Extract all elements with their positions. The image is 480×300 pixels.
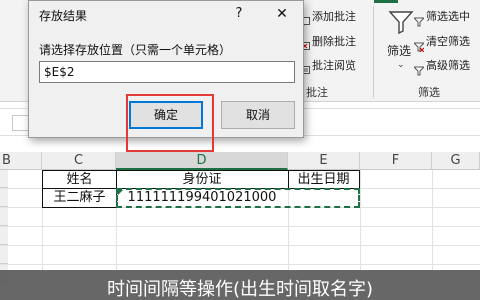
column-header-c[interactable]: C xyxy=(42,152,116,170)
filter-group-label: 筛选 xyxy=(418,86,440,99)
cell-e1[interactable]: 出生日期 xyxy=(288,170,360,189)
column-header-b[interactable]: B xyxy=(0,152,42,170)
clear-filter-icon xyxy=(412,37,426,53)
add-comment-button[interactable]: 添加批注 xyxy=(312,10,356,23)
highlight-box xyxy=(126,94,214,152)
column-header-e[interactable]: E xyxy=(288,152,360,170)
filter-label: 筛选 xyxy=(387,44,412,58)
chevron-down-icon: ⌄ xyxy=(397,60,405,70)
column-header-d[interactable]: D xyxy=(116,152,288,170)
advanced-filter-button[interactable]: 高级筛选 xyxy=(426,59,470,72)
funnel-icon xyxy=(388,10,414,35)
dialog-title: 存放结果 xyxy=(39,9,88,23)
cell-c1[interactable]: 姓名 xyxy=(42,170,117,189)
row-header[interactable] xyxy=(0,246,8,264)
row-header[interactable] xyxy=(0,170,8,188)
comment-reading-button[interactable]: 批注阅览 xyxy=(312,59,356,72)
comment-group-label: 批注 xyxy=(306,86,328,99)
delete-comment-button[interactable]: 删除批注 xyxy=(312,35,356,48)
active-tab-indicator xyxy=(374,0,398,3)
grid-line xyxy=(0,245,480,246)
selection-marquee xyxy=(116,188,360,208)
row-header[interactable] xyxy=(0,208,8,226)
grid-line xyxy=(0,264,480,265)
help-icon[interactable]: ? xyxy=(230,5,248,23)
cell-d1[interactable]: 身份证 xyxy=(116,170,289,189)
row-header[interactable] xyxy=(0,189,8,207)
cancel-button[interactable]: 取消 xyxy=(221,101,295,129)
advanced-filter-icon xyxy=(412,61,426,76)
filter-button[interactable]: 筛选 ⌄ xyxy=(384,8,418,74)
column-header-f[interactable]: F xyxy=(360,152,432,170)
clear-filter-button[interactable]: 清空筛选 xyxy=(426,35,470,48)
location-input[interactable] xyxy=(39,61,295,83)
excel-window: 添加批注 删除批注 批注阅览 批注 筛选 ⌄ 筛选选中 清空筛选 高级筛选 筛选… xyxy=(0,0,480,300)
filter-select-icon xyxy=(412,12,426,27)
group-separator xyxy=(373,6,374,98)
close-icon[interactable]: ✕ xyxy=(273,5,291,23)
video-caption: 时间间隔等操作(出生时间取名字) xyxy=(0,270,480,300)
filter-select-button[interactable]: 筛选选中 xyxy=(426,10,470,23)
column-header-g[interactable]: G xyxy=(432,152,480,170)
row-header[interactable] xyxy=(0,227,8,245)
cell-c2[interactable]: 王二麻子 xyxy=(42,188,117,208)
grid-line xyxy=(0,226,480,227)
location-prompt: 请选择存放位置（只需一个单元格） xyxy=(39,43,232,57)
